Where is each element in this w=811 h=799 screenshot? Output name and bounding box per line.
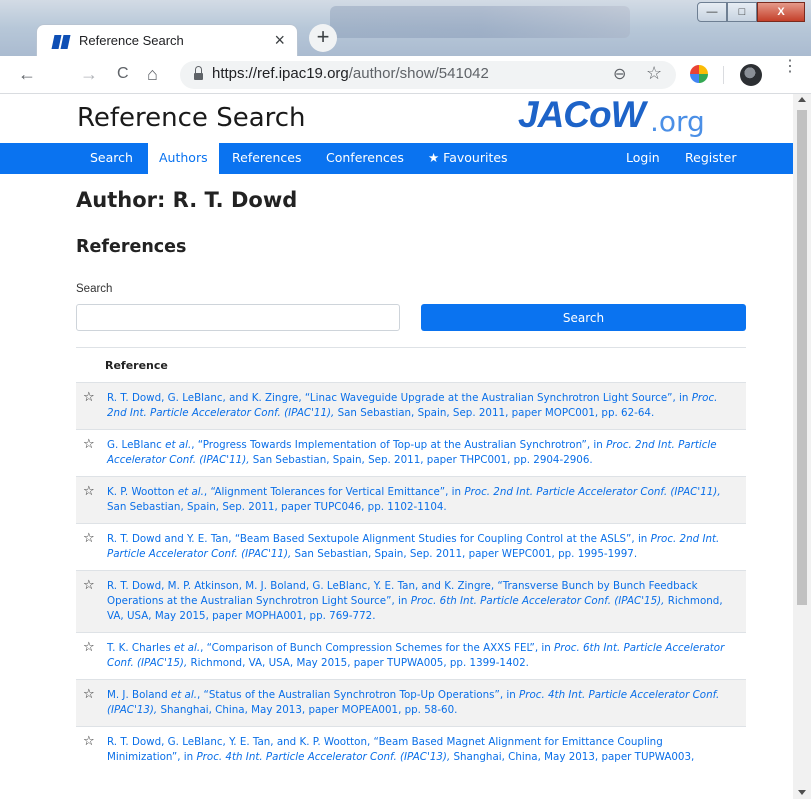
reference-link[interactable]: K. P. Wootton et al., “Alignment Toleran… <box>107 486 721 513</box>
reload-icon[interactable]: C <box>117 65 129 83</box>
search-input[interactable] <box>76 304 400 331</box>
minimize-button[interactable]: — <box>697 2 727 22</box>
jacow-favicon-icon <box>51 35 71 49</box>
close-tab-icon[interactable]: × <box>274 30 285 51</box>
search-label: Search <box>76 283 113 295</box>
blurred-background-tabs <box>330 6 630 38</box>
table-row: ☆ T. K. Charles et al., “Comparison of B… <box>76 632 746 679</box>
address-bar[interactable]: https://ref.ipac19.org/author/show/54104… <box>180 61 676 89</box>
browser-window: Reference Search × + — □ X ← → C ⌂ https… <box>0 0 811 799</box>
forward-arrow-icon[interactable]: → <box>80 64 98 85</box>
reference-list: ☆ R. T. Dowd, G. LeBlanc, and K. Zingre,… <box>76 382 746 773</box>
close-window-button[interactable]: X <box>757 2 805 22</box>
zoom-icon[interactable]: ⊖ <box>613 64 626 84</box>
back-arrow-icon[interactable]: ← <box>18 64 36 85</box>
favourite-star-icon[interactable]: ☆ <box>83 641 95 655</box>
table-row: ☆ R. T. Dowd, G. LeBlanc, Y. E. Tan, and… <box>76 726 746 773</box>
reference-link[interactable]: T. K. Charles et al., “Comparison of Bun… <box>107 642 724 669</box>
table-row: ☆ R. T. Dowd, M. P. Atkinson, M. J. Bola… <box>76 570 746 632</box>
favourite-star-icon[interactable]: ☆ <box>83 735 95 749</box>
maximize-button[interactable]: □ <box>727 2 757 22</box>
logo-suffix: .org <box>650 105 705 138</box>
favourite-star-icon[interactable]: ☆ <box>83 532 95 546</box>
toolbar-divider <box>723 66 724 84</box>
browser-tab[interactable]: Reference Search × <box>36 24 298 56</box>
tab-strip: Reference Search × + — □ X <box>0 0 811 56</box>
reference-link[interactable]: M. J. Boland et al., “Status of the Aust… <box>107 689 719 716</box>
url-host: https://ref.ipac19.org <box>212 65 349 82</box>
page-content: Reference Search JACoW .org Search Autho… <box>0 94 793 799</box>
favourite-star-icon[interactable]: ☆ <box>83 485 95 499</box>
reference-link[interactable]: R. T. Dowd and Y. E. Tan, “Beam Based Se… <box>107 533 719 560</box>
nav-search[interactable]: Search <box>90 143 133 174</box>
profile-avatar[interactable] <box>740 64 762 86</box>
url-path: /author/show/541042 <box>348 65 489 82</box>
nav-authors[interactable]: Authors <box>148 143 219 174</box>
scroll-up-arrow-icon[interactable] <box>798 97 806 102</box>
author-heading: Author: R. T. Dowd <box>76 188 298 212</box>
new-tab-button[interactable]: + <box>309 24 337 52</box>
scrollbar-thumb[interactable] <box>797 110 807 605</box>
bookmark-star-icon[interactable]: ☆ <box>646 63 662 84</box>
menu-dots-icon[interactable]: ⋮ <box>782 59 798 75</box>
favourite-star-icon[interactable]: ☆ <box>83 438 95 452</box>
nav-conferences[interactable]: Conferences <box>326 143 404 174</box>
nav-register[interactable]: Register <box>685 143 736 174</box>
favourite-star-icon[interactable]: ☆ <box>83 688 95 702</box>
reference-link[interactable]: R. T. Dowd, M. P. Atkinson, M. J. Boland… <box>107 580 723 622</box>
lock-icon[interactable] <box>194 66 203 80</box>
table-row: ☆ R. T. Dowd and Y. E. Tan, “Beam Based … <box>76 523 746 570</box>
main-navbar: Search Authors References Conferences ★ … <box>0 143 793 174</box>
logo-main: JACoW <box>518 94 646 135</box>
vertical-scrollbar[interactable] <box>793 94 811 799</box>
reference-link[interactable]: G. LeBlanc et al., “Progress Towards Imp… <box>107 439 717 466</box>
table-header-divider <box>76 347 746 348</box>
reference-link[interactable]: R. T. Dowd, G. LeBlanc, Y. E. Tan, and K… <box>107 736 694 763</box>
scroll-down-arrow-icon[interactable] <box>798 790 806 795</box>
table-row: ☆ K. P. Wootton et al., “Alignment Toler… <box>76 476 746 523</box>
tab-title: Reference Search <box>79 33 184 48</box>
nav-login[interactable]: Login <box>626 143 660 174</box>
favourite-star-icon[interactable]: ☆ <box>83 391 95 405</box>
search-button[interactable]: Search <box>421 304 746 331</box>
site-title: Reference Search <box>77 103 306 133</box>
jacow-logo[interactable]: JACoW .org <box>518 94 728 140</box>
table-row: ☆ G. LeBlanc et al., “Progress Towards I… <box>76 429 746 476</box>
references-heading: References <box>76 237 187 257</box>
nav-favourites[interactable]: ★ Favourites <box>428 143 508 174</box>
table-row: ☆ R. T. Dowd, G. LeBlanc, and K. Zingre,… <box>76 382 746 429</box>
table-header-reference: Reference <box>105 359 168 372</box>
reference-link[interactable]: R. T. Dowd, G. LeBlanc, and K. Zingre, “… <box>107 392 717 419</box>
table-row: ☆ M. J. Boland et al., “Status of the Au… <box>76 679 746 726</box>
nav-references[interactable]: References <box>232 143 301 174</box>
favourite-star-icon[interactable]: ☆ <box>83 579 95 593</box>
home-icon[interactable]: ⌂ <box>147 64 158 85</box>
browser-toolbar: ← → C ⌂ https://ref.ipac19.org/author/sh… <box>0 56 811 94</box>
url-text[interactable]: https://ref.ipac19.org/author/show/54104… <box>212 65 489 82</box>
extension-icon[interactable] <box>690 65 708 83</box>
window-controls: — □ X <box>697 2 805 24</box>
